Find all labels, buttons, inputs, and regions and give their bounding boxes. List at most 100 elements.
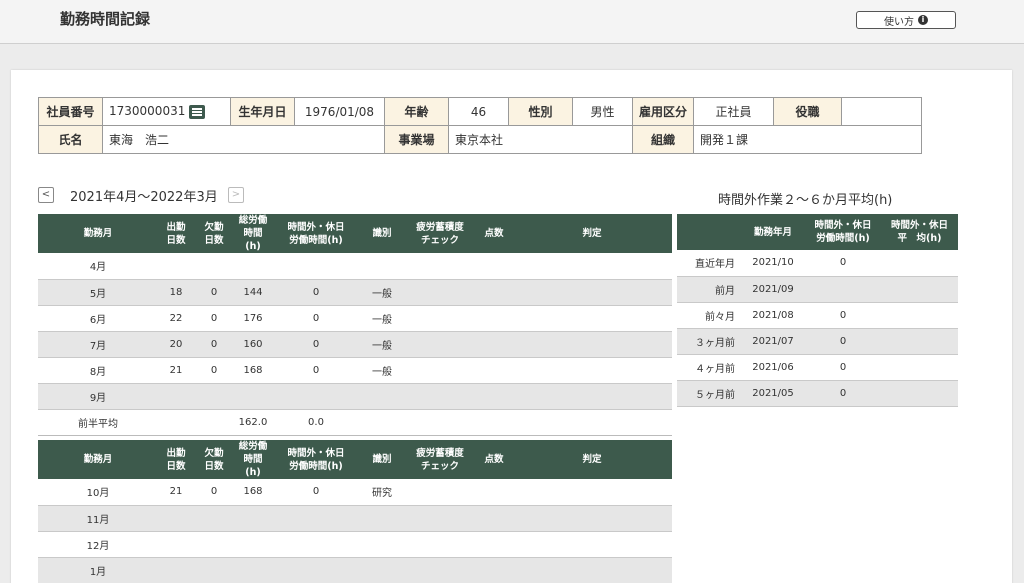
overtime-cell: 0 <box>272 279 360 306</box>
judge-cell <box>512 383 672 410</box>
absent-cell <box>194 557 234 583</box>
type-cell: 一般 <box>360 305 404 332</box>
attend-cell <box>158 531 194 558</box>
table-row[interactable]: 4月 <box>38 253 672 280</box>
avg-attend <box>158 409 194 436</box>
judge-cell <box>512 479 672 506</box>
type-cell: 一般 <box>360 331 404 358</box>
ot-row-avg <box>881 276 958 303</box>
overtime-cell: 0 <box>272 305 360 332</box>
ot-row-ot: 0 <box>805 250 881 277</box>
total-cell: 144 <box>234 279 272 306</box>
table-row[interactable]: 11月 <box>38 505 672 532</box>
hdr-attend-line1: 出勤 <box>166 221 186 233</box>
ot-header-label <box>677 214 741 250</box>
absent-cell: 0 <box>194 331 234 358</box>
hdr-judge-line1: 判定 <box>582 228 602 239</box>
table-row[interactable]: 5月 18 0 144 0 一般 <box>38 279 672 306</box>
help-label: 使い方 <box>884 16 914 28</box>
overtime-row: ４ヶ月前 2021/06 0 <box>677 354 958 381</box>
overtime-cell <box>272 505 360 532</box>
table-row[interactable]: 6月 22 0 176 0 一般 <box>38 305 672 332</box>
ot-row-label: 前月 <box>677 276 741 303</box>
ot-row-avg <box>881 380 958 407</box>
help-button[interactable]: 使い方 i <box>856 11 956 29</box>
table-row[interactable]: 9月 <box>38 383 672 410</box>
hdr-total-line1: 総労働 <box>238 441 268 452</box>
hdr-total: 総労働 時間(h) <box>234 214 272 253</box>
site-label: 事業場 <box>384 125 449 154</box>
type-cell: 研究 <box>360 479 404 506</box>
hdr-absent-line1: 欠勤 <box>204 221 224 233</box>
hdr-month: 勤務月 <box>38 440 158 479</box>
prev-period-button[interactable]: < <box>38 187 54 203</box>
hdr-attend: 出勤 日数 <box>158 214 194 253</box>
table-row[interactable]: 7月 20 0 160 0 一般 <box>38 331 672 358</box>
overtime-average-table: 勤務年月 時間外・休日 労働時間(h) 時間外・休日平 均(h) 直近年月 2021… <box>677 214 958 407</box>
fatigue-cell <box>404 479 476 506</box>
ot-row-avg <box>881 354 958 381</box>
month-cell: 12月 <box>38 531 158 558</box>
type-cell <box>360 531 404 558</box>
second-half-table: 勤務月 出勤 日数 欠勤 日数 総労働 時間(h) 時間外・休日 労働時間(h) 識別 疲労蓄積度チ… <box>38 440 672 583</box>
avg-overtime: 0.0 <box>272 409 360 436</box>
hdr-judge-line1: 判定 <box>582 454 602 465</box>
judge-cell <box>512 331 672 358</box>
overtime-row: 前月 2021/09 <box>677 276 958 303</box>
overtime-cell: 0 <box>272 479 360 506</box>
month-cell: 7月 <box>38 331 158 358</box>
avg-absent <box>194 409 234 436</box>
score-cell <box>476 331 512 358</box>
month-cell: 8月 <box>38 357 158 384</box>
name-label: 氏名 <box>38 125 103 154</box>
table-row[interactable]: 12月 <box>38 531 672 558</box>
month-cell: 10月 <box>38 479 158 506</box>
attend-cell <box>158 505 194 532</box>
avg-label: 前半平均 <box>38 409 158 436</box>
score-cell <box>476 357 512 384</box>
ot-row-ot: 0 <box>805 302 881 329</box>
ot-row-ot <box>805 276 881 303</box>
score-cell <box>476 279 512 306</box>
ot-row-ym: 2021/05 <box>741 380 805 407</box>
table-row[interactable]: 8月 21 0 168 0 一般 <box>38 357 672 384</box>
fatigue-cell <box>404 279 476 306</box>
overtime-cell: 0 <box>272 357 360 384</box>
hdr-total-line2: 時間(h) <box>243 454 263 478</box>
hdr-absent-line2: 日数 <box>204 460 224 472</box>
hdr-total-line1: 総労働 <box>238 215 268 226</box>
total-cell <box>234 505 272 532</box>
ot-row-label: ４ヶ月前 <box>677 354 741 381</box>
hdr-score-line1: 点数 <box>484 228 504 239</box>
judge-cell <box>512 357 672 384</box>
month-cell: 6月 <box>38 305 158 332</box>
fatigue-cell <box>404 331 476 358</box>
employee-list-icon[interactable] <box>189 104 206 119</box>
ot-row-ot: 0 <box>805 354 881 381</box>
table-row[interactable]: 10月 21 0 168 0 研究 <box>38 479 672 506</box>
hdr-overtime-line2: 労働時間(h) <box>289 460 343 472</box>
judge-cell <box>512 505 672 532</box>
next-period-button[interactable]: > <box>228 187 244 203</box>
hdr-type-line1: 識別 <box>372 454 392 465</box>
first-half-header-row: 勤務月 出勤 日数 欠勤 日数 総労働 時間(h) 時間外・休日 労働時間(h) 識別 疲労蓄積度チ… <box>38 214 672 253</box>
position-label: 役職 <box>773 97 843 126</box>
employment-label: 雇用区分 <box>631 97 695 126</box>
judge-cell <box>512 305 672 332</box>
ot-row-ym: 2021/08 <box>741 302 805 329</box>
hdr-absent: 欠勤 日数 <box>194 440 234 479</box>
hdr-month-line1: 勤務月 <box>83 454 113 465</box>
employment-value: 正社員 <box>693 97 775 126</box>
ot-row-ym: 2021/10 <box>741 250 805 277</box>
table-row[interactable]: 1月 <box>38 557 672 583</box>
ot-row-ym: 2021/06 <box>741 354 805 381</box>
absent-cell: 0 <box>194 479 234 506</box>
hdr-fatigue-line2: チェック <box>420 234 459 246</box>
hdr-month-line1: 勤務月 <box>83 228 113 239</box>
org-value: 開発１課 <box>693 125 923 154</box>
type-cell <box>360 505 404 532</box>
ot-header-ym: 勤務年月 <box>741 214 805 250</box>
overtime-cell <box>272 557 360 583</box>
hdr-judge: 判定 <box>512 214 672 253</box>
type-cell: 一般 <box>360 357 404 384</box>
